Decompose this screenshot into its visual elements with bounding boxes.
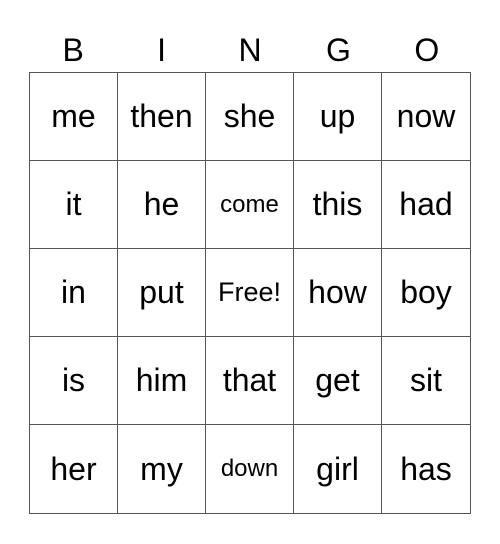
bingo-cell: girl — [294, 425, 382, 513]
bingo-header: B I N G O — [29, 28, 471, 72]
bingo-cell: in — [30, 249, 118, 337]
bingo-cell: sit — [382, 337, 470, 425]
bingo-cell: her — [30, 425, 118, 513]
bingo-cell: come — [206, 161, 294, 249]
bingo-cell: now — [382, 73, 470, 161]
bingo-cell: up — [294, 73, 382, 161]
bingo-cell: boy — [382, 249, 470, 337]
header-letter-g: G — [325, 32, 351, 68]
bingo-cell: then — [118, 73, 206, 161]
bingo-cell: had — [382, 161, 470, 249]
bingo-cell: is — [30, 337, 118, 425]
bingo-cell: how — [294, 249, 382, 337]
bingo-cell: he — [118, 161, 206, 249]
bingo-cell: me — [30, 73, 118, 161]
bingo-cell: down — [206, 425, 294, 513]
header-letter-n: N — [238, 32, 262, 68]
bingo-cell: my — [118, 425, 206, 513]
bingo-card-grid: me then she up now it he come this had i… — [29, 72, 471, 514]
header-letter-b: B — [62, 32, 84, 68]
bingo-cell: get — [294, 337, 382, 425]
header-letter-o: O — [414, 32, 440, 68]
free-space-cell: Free! — [206, 249, 294, 337]
bingo-cell: has — [400, 450, 452, 487]
bingo-cell: this — [294, 161, 382, 249]
bingo-cell: put — [118, 249, 206, 337]
bingo-cell: that — [206, 337, 294, 425]
bingo-cell: she — [206, 73, 294, 161]
bingo-cell: it — [30, 161, 118, 249]
bingo-cell: him — [118, 337, 206, 425]
header-letter-i: I — [157, 32, 167, 68]
